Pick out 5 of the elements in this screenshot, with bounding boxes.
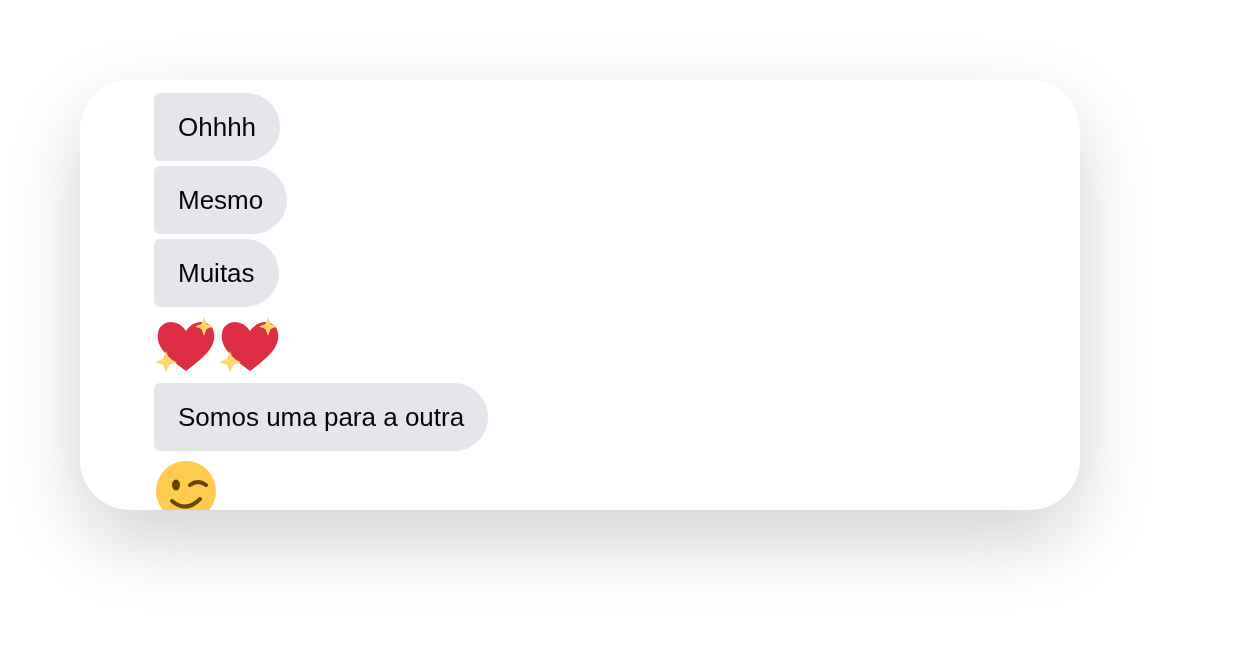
message-bubble: Mesmo xyxy=(154,166,288,234)
message-bubble: Somos uma para a outra xyxy=(154,383,489,451)
message-bubble: Muitas xyxy=(154,239,279,307)
winking-face-icon xyxy=(154,459,218,510)
message-bubble: Ohhhh xyxy=(154,93,281,161)
